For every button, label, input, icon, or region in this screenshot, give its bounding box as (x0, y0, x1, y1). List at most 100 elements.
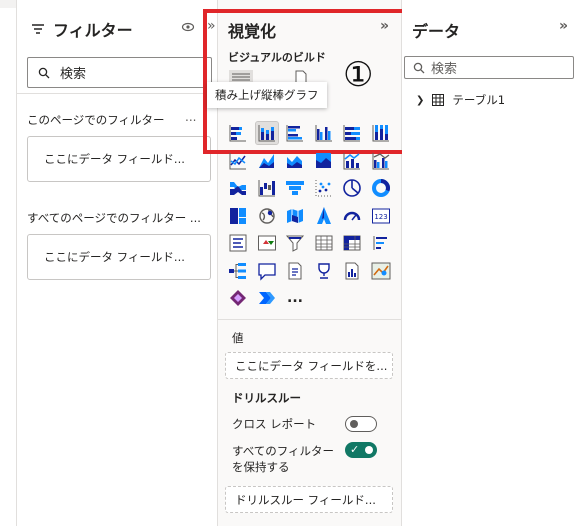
filters-search-input[interactable]: 検索 (27, 57, 212, 88)
keep-filters-toggle[interactable]: ✓ (345, 442, 377, 458)
card-icon[interactable]: 123 (370, 205, 392, 227)
toggle-knob (350, 420, 358, 428)
collapse-filters-icon[interactable]: » (207, 18, 216, 34)
pie-chart-icon-glyph (343, 179, 361, 197)
map-icon-glyph (258, 207, 275, 224)
eye-icon[interactable] (181, 20, 195, 34)
matrix-icon[interactable] (341, 232, 363, 254)
100-stacked-bar-chart-icon-glyph (343, 125, 360, 142)
metrics-icon[interactable] (313, 260, 335, 282)
collapse-data-icon[interactable]: » (559, 18, 568, 34)
funnel-chart-icon[interactable] (284, 177, 306, 199)
key-influencers-icon[interactable] (370, 232, 392, 254)
filled-map-icon[interactable] (284, 205, 306, 227)
drillthrough-dropzone[interactable]: ドリルスルー フィールド... (225, 486, 393, 513)
treemap-icon-glyph (230, 207, 246, 224)
data-search-input[interactable]: 検索 (404, 56, 574, 79)
filters-pane: フィルター » 検索 このページでのフィルター ... ここにデータ フィールド… (16, 0, 218, 526)
stacked-area-chart-icon-glyph (287, 155, 302, 168)
clustered-column-chart-icon-glyph (315, 125, 332, 142)
page-filters-more-icon[interactable]: ... (185, 110, 196, 124)
power-apps-icon[interactable] (227, 287, 249, 309)
table-name: テーブル1 (452, 93, 506, 107)
paginated-report-icon-glyph (345, 262, 359, 279)
power-automate-icon[interactable] (256, 287, 278, 309)
stacked-bar-chart-icon[interactable] (227, 122, 249, 144)
table-tree-item[interactable]: ❯ テーブル1 (416, 92, 505, 108)
qna-icon[interactable] (256, 260, 278, 282)
toggle-knob (365, 446, 373, 454)
stacked-column-chart-icon[interactable] (254, 121, 279, 145)
filter-icon (32, 24, 44, 34)
clustered-column-chart-icon[interactable] (313, 122, 335, 144)
table-icon[interactable] (313, 232, 335, 254)
azure-map-icon[interactable] (313, 205, 335, 227)
kpi-icon-glyph (257, 235, 276, 251)
more-visuals-icon[interactable]: ... (284, 287, 306, 309)
all-filters-label: すべてのページでのフィルター ... (27, 211, 201, 225)
slicer-icon-glyph (285, 235, 305, 252)
100-stacked-area-chart-icon[interactable] (313, 150, 335, 172)
treemap-icon[interactable] (227, 205, 249, 227)
area-chart-icon-glyph (258, 153, 274, 168)
line-chart-icon-glyph (229, 152, 246, 169)
smart-narrative-icon[interactable] (284, 260, 306, 282)
ribbon-chart-icon[interactable] (227, 177, 249, 199)
waterfall-chart-icon-glyph (258, 180, 275, 197)
donut-chart-icon-glyph (371, 179, 390, 197)
svg-text:123: 123 (374, 213, 387, 221)
keep-filters-label-2: を保持する (232, 460, 290, 474)
paginated-report-icon[interactable] (341, 260, 363, 282)
area-chart-icon[interactable] (256, 150, 278, 172)
chevron-right-icon[interactable]: ❯ (416, 95, 424, 106)
build-visual-label: ビジュアルのビルド (228, 51, 326, 64)
arcgis-map-icon[interactable] (370, 260, 392, 282)
matrix-icon-glyph (343, 235, 361, 251)
qna-icon-glyph (257, 262, 276, 281)
visual-tooltip: 積み上げ縦棒グラフ (207, 82, 327, 108)
data-search-placeholder: 検索 (431, 62, 458, 77)
100-stacked-column-chart-icon[interactable] (370, 122, 392, 144)
gauge-icon-glyph (343, 211, 361, 220)
line-and-clustered-column-icon[interactable] (370, 150, 392, 172)
ribbon-chart-icon-glyph (230, 182, 246, 195)
table-icon (432, 94, 445, 106)
stacked-area-chart-icon[interactable] (284, 150, 306, 172)
100-stacked-bar-chart-icon[interactable] (341, 122, 363, 144)
waterfall-chart-icon[interactable] (256, 177, 278, 199)
line-and-stacked-column-icon[interactable] (341, 150, 363, 172)
search-icon (38, 67, 50, 78)
clustered-bar-chart-icon[interactable] (284, 122, 306, 144)
page-filters-dropzone[interactable]: ここにデータ フィールド... (27, 136, 211, 182)
power-bi-panes: フィルター » 検索 このページでのフィルター ... ここにデータ フィールド… (0, 0, 577, 526)
decomposition-tree-icon[interactable] (227, 260, 249, 282)
line-chart-icon[interactable] (227, 150, 249, 172)
scatter-chart-icon[interactable] (313, 177, 335, 199)
filters-divider (17, 93, 217, 94)
all-filters-dropzone[interactable]: ここにデータ フィールド... (27, 234, 211, 280)
viz-divider (218, 319, 402, 320)
donut-chart-icon[interactable] (370, 177, 392, 199)
funnel-chart-icon-glyph (286, 181, 304, 195)
kpi-icon[interactable] (256, 232, 278, 254)
slicer-icon[interactable] (284, 232, 306, 254)
pie-chart-icon[interactable] (341, 177, 363, 199)
100-stacked-area-chart-icon-glyph (315, 152, 331, 168)
search-icon (413, 62, 425, 73)
clustered-bar-chart-icon-glyph (286, 125, 303, 142)
stacked-bar-chart-icon-glyph (229, 125, 246, 142)
smart-narrative-icon-glyph (288, 262, 302, 279)
values-dropzone[interactable]: ここにデータ フィールドを... (225, 352, 393, 379)
data-title: データ (412, 22, 461, 41)
decomposition-tree-icon-glyph (229, 262, 246, 279)
cross-report-toggle[interactable] (345, 416, 377, 432)
map-icon[interactable] (256, 205, 278, 227)
table-icon-glyph (315, 235, 332, 251)
gauge-icon[interactable] (341, 205, 363, 227)
drillthrough-label: ドリルスルー (232, 391, 301, 405)
collapse-visualizations-icon[interactable]: » (380, 18, 389, 34)
card-icon-glyph: 123 (371, 208, 390, 223)
multi-row-card-icon[interactable] (227, 232, 249, 254)
line-and-clustered-column-icon-glyph (372, 152, 389, 169)
line-and-stacked-column-icon-glyph (343, 152, 360, 169)
